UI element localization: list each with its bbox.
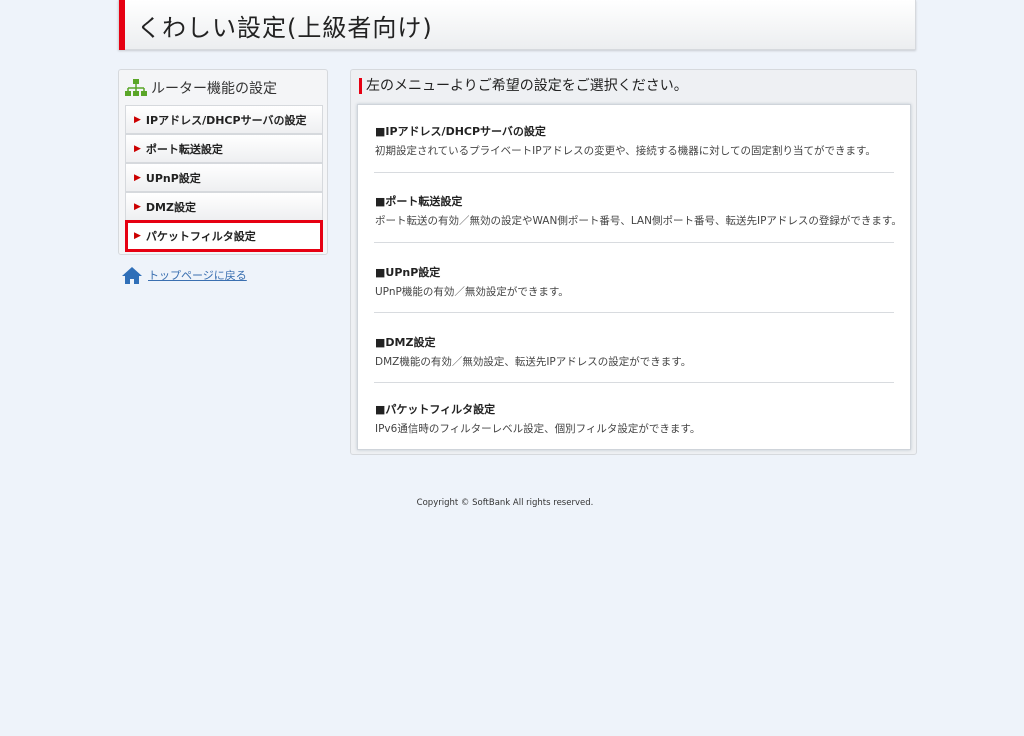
sidebar-item-label: UPnP設定 bbox=[145, 171, 201, 185]
arrow-right-icon: ▶ bbox=[134, 114, 141, 125]
home-link-text[interactable]: トップページに戻る bbox=[148, 267, 247, 283]
section-heading: ■パケットフィルタ設定 bbox=[375, 403, 496, 416]
section-heading: ■IPアドレス/DHCPサーバの設定 bbox=[375, 125, 546, 138]
sidebar-title-text: ルーター機能の設定 bbox=[151, 81, 277, 97]
section-port-forward: ■ポート転送設定ポート転送の有効／無効の設定やWAN側ポート番号、LAN側ポート… bbox=[375, 193, 902, 228]
divider bbox=[374, 172, 894, 173]
section-heading: ■UPnP設定 bbox=[375, 266, 441, 279]
sidebar-item-label: ポート転送設定 bbox=[145, 142, 223, 156]
section-packet-filter: ■パケットフィルタ設定 IPv6通信時のフィルターレベル設定、個別フィルタ設定がで… bbox=[375, 401, 700, 436]
section-upnp: ■UPnP設定 UPnP機能の有効／無効設定ができます。 bbox=[375, 264, 569, 299]
settings-description-list: ■IPアドレス/DHCPサーバの設定初期設定されているプライベートIPアドレスの… bbox=[357, 104, 911, 450]
section-dmz: ■DMZ設定 DMZ機能の有効／無効設定、転送先IPアドレスの設定ができます。 bbox=[375, 334, 691, 369]
divider bbox=[374, 382, 894, 383]
footer-copyright: Copyright © SoftBank All rights reserved… bbox=[416, 498, 594, 508]
section-description: 初期設定されているプライベートIPアドレスの変更や、接続する機器に対しての固定割… bbox=[375, 145, 876, 157]
sidebar-item-label: パケットフィルタ設定 bbox=[145, 230, 256, 243]
sidebar-item-label: DMZ設定 bbox=[145, 200, 196, 214]
page-title: くわしい設定(上級者向け) bbox=[137, 14, 433, 42]
sidebar-title: ルーター機能の設定 bbox=[125, 78, 277, 98]
section-description: DMZ機能の有効／無効設定、転送先IPアドレスの設定ができます。 bbox=[375, 356, 692, 368]
sidebar-item-packet-filter[interactable]: ▶ パケットフィルタ設定 bbox=[125, 220, 323, 252]
arrow-right-icon: ▶ bbox=[134, 143, 141, 154]
header-accent-bar bbox=[119, 0, 125, 50]
sidebar-item-dmz[interactable]: ▶ DMZ設定 bbox=[125, 192, 323, 221]
sidebar-item-upnp[interactable]: ▶ UPnP設定 bbox=[125, 163, 323, 192]
section-ip-dhcp: ■IPアドレス/DHCPサーバの設定初期設定されているプライベートIPアドレスの… bbox=[375, 123, 876, 158]
arrow-right-icon: ▶ bbox=[134, 201, 141, 212]
page-header: くわしい設定(上級者向け) bbox=[118, 0, 916, 50]
sidebar-item-ip-dhcp[interactable]: ▶ IPアドレス/DHCPサーバの設定 bbox=[125, 105, 323, 134]
section-description: IPv6通信時のフィルターレベル設定、個別フィルタ設定ができます。 bbox=[375, 423, 701, 435]
home-icon bbox=[122, 267, 142, 284]
main-title: 左のメニューよりご希望の設定をご選択ください。 bbox=[359, 78, 688, 94]
sidebar-item-port-forward[interactable]: ▶ ポート転送設定 bbox=[125, 134, 323, 163]
main-panel: 左のメニューよりご希望の設定をご選択ください。 ■IPアドレス/DHCPサーバの… bbox=[350, 69, 917, 455]
sidebar: ルーター機能の設定 ▶ IPアドレス/DHCPサーバの設定 ▶ ポート転送設定 ▶ U… bbox=[118, 69, 328, 255]
arrow-right-icon: ▶ bbox=[134, 231, 141, 241]
section-description: UPnP機能の有効／無効設定ができます。 bbox=[375, 286, 569, 298]
divider bbox=[374, 312, 894, 313]
sidebar-item-label: IPアドレス/DHCPサーバの設定 bbox=[145, 113, 307, 127]
divider bbox=[374, 242, 894, 243]
section-description: ポート転送の有効／無効の設定やWAN側ポート番号、LAN側ポート番号、転送先IP… bbox=[375, 215, 902, 227]
arrow-right-icon: ▶ bbox=[134, 172, 141, 183]
section-heading: ■ポート転送設定 bbox=[375, 195, 463, 208]
home-link[interactable]: トップページに戻る bbox=[122, 266, 247, 284]
section-heading: ■DMZ設定 bbox=[375, 336, 436, 349]
network-icon bbox=[125, 79, 147, 96]
